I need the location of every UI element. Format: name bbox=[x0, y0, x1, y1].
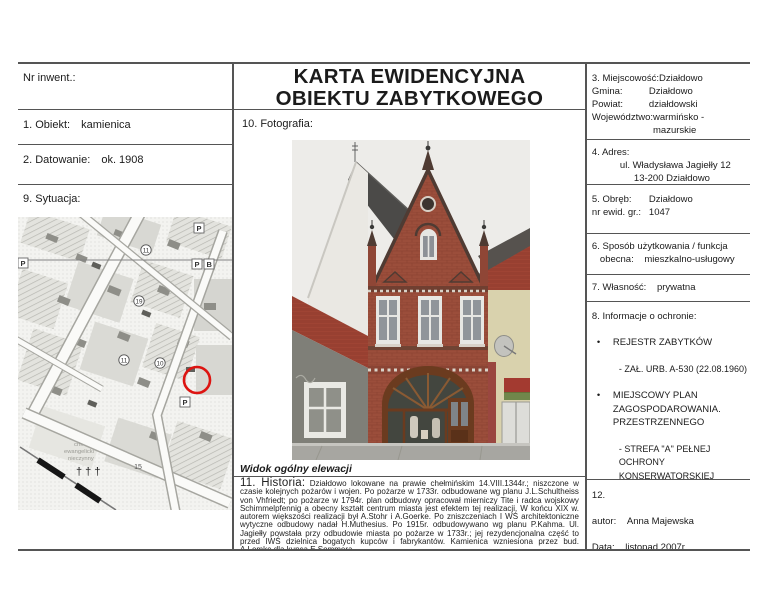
adres-line2: 13-200 Działdowo bbox=[592, 172, 747, 185]
data-label: Data: bbox=[592, 542, 615, 549]
ochrona-bullet-2: • MIEJSCOWY PLAN ZAGOSPODAROWANIA. PRZES… bbox=[592, 389, 747, 430]
field-sekcja12: 12. autor: Anna Majewska Data: listopad … bbox=[587, 480, 750, 549]
field-obiekt: 1. Obiekt: kamienica bbox=[18, 110, 232, 145]
sekcja12-label: 12. bbox=[592, 489, 747, 502]
situation-map: P P P B P 11 bbox=[18, 217, 232, 510]
ochrona-bullet2-sub2: OCHRONY bbox=[619, 456, 747, 470]
mannequin bbox=[432, 418, 440, 438]
left-column: Nr inwent.: 1. Obiekt: kamienica 2. Dato… bbox=[18, 64, 232, 549]
mannequin bbox=[410, 416, 418, 438]
sposob-label2: obecna: bbox=[600, 254, 634, 265]
shopfront bbox=[380, 366, 476, 447]
card-title: KARTA EWIDENCYJNA OBIEKTU ZABYTKOWEGO bbox=[234, 64, 585, 110]
autor-label: autor: bbox=[592, 516, 616, 527]
cemetery-label: nieczynny bbox=[68, 456, 94, 462]
ochrona-bullet2-line1: MIEJSCOWY PLAN bbox=[613, 389, 721, 403]
powiat-value: działdowski bbox=[649, 98, 698, 111]
gmina-label: Gmina: bbox=[592, 85, 649, 98]
field-wlasnosc: 7. Własność: prywatna bbox=[587, 275, 750, 302]
wlasnosc-label: 7. Własność: bbox=[592, 282, 646, 293]
building-photo bbox=[292, 140, 530, 460]
obiekt-value: kamienica bbox=[81, 119, 131, 131]
parking-b-icon: B bbox=[207, 260, 213, 269]
historia-text: Działdowo lokowane na prawie chełmińskim… bbox=[240, 479, 579, 549]
oculus-window bbox=[421, 197, 435, 211]
field-miejscowosc: 3. Miejscowość: Działdowo Gmina: Działdo… bbox=[587, 64, 750, 140]
parking-icon: P bbox=[21, 259, 26, 268]
record-card-table: Nr inwent.: 1. Obiekt: kamienica 2. Dato… bbox=[18, 62, 750, 551]
map-house-number: 15 bbox=[134, 464, 142, 471]
field-ochrona: 8. Informacje o ochronie: • REJESTR ZABY… bbox=[587, 302, 750, 480]
city-map-image: P P P B P 11 bbox=[18, 217, 232, 510]
ewid-label: nr ewid. gr.: bbox=[592, 206, 649, 219]
ochrona-label: 8. Informacje o ochronie: bbox=[592, 310, 747, 323]
obreb-value: Działdowo bbox=[649, 193, 693, 206]
facade-photo-image bbox=[292, 140, 530, 460]
adres-label: 4. Adres: bbox=[592, 146, 747, 159]
ochrona-bullet2-sub3: KONSERWATORSKIEJ bbox=[619, 470, 747, 481]
datowanie-value: ok. 1908 bbox=[101, 154, 143, 166]
wojewodztwo-value: warmińsko - mazurskie bbox=[653, 111, 747, 137]
datowanie-label: 2. Datowanie: bbox=[23, 154, 90, 166]
ochrona-bullet1-sub: - ZAŁ. URB. A-530 (22.08.1960) bbox=[619, 363, 747, 377]
nr-inwent-label: Nr inwent.: bbox=[23, 72, 76, 84]
ochrona-bullet2-line3: PRZESTRZENNEGO bbox=[613, 416, 721, 430]
powiat-label: Powiat: bbox=[592, 98, 649, 111]
wojewodztwo-label: Województwo: bbox=[592, 111, 653, 137]
parking-icon: P bbox=[183, 398, 188, 407]
page-title-line1: KARTA EWIDENCYJNA bbox=[234, 66, 585, 88]
sytuacja-label: 9. Sytuacja: bbox=[23, 193, 80, 205]
autor-value: Anna Majewska bbox=[627, 516, 694, 527]
map-badge: 11 bbox=[143, 248, 150, 255]
field-nr-inwent: Nr inwent.: bbox=[18, 64, 232, 110]
bullet-icon: • bbox=[592, 336, 613, 350]
gmina-value: Działdowo bbox=[649, 85, 693, 98]
upper-windows bbox=[375, 296, 485, 347]
field-datowanie: 2. Datowanie: ok. 1908 bbox=[18, 145, 232, 185]
ochrona-bullet-1: • REJESTR ZABYTKÓW bbox=[592, 336, 747, 350]
data-value: listopad 2007r. bbox=[625, 542, 687, 549]
parking-icon: P bbox=[195, 260, 200, 269]
map-badge: 10 bbox=[156, 361, 164, 368]
pavement bbox=[292, 443, 530, 460]
photo-caption: Widok ogólny elewacji bbox=[234, 462, 585, 477]
field-obreb: 5. Obręb: Działdowo nr ewid. gr.: 1047 bbox=[587, 185, 750, 234]
page-title-line2: OBIEKTU ZABYTKOWEGO bbox=[234, 88, 585, 110]
field-adres: 4. Adres: ul. Władysława Jagiełły 12 13-… bbox=[587, 140, 750, 185]
parking-icon: P bbox=[197, 224, 202, 233]
map-badge: 11 bbox=[121, 358, 128, 365]
sposob-value: mieszkalno-usługowy bbox=[644, 254, 734, 265]
miejscowosc-value: Działdowo bbox=[659, 72, 703, 85]
adres-line1: ul. Władysława Jagiełły 12 bbox=[592, 159, 747, 172]
right-column: 3. Miejscowość: Działdowo Gmina: Działdo… bbox=[587, 64, 750, 549]
cemetery-label: cm. bbox=[74, 442, 84, 448]
heritage-record-card-page: Nr inwent.: 1. Obiekt: kamienica 2. Dato… bbox=[0, 0, 768, 593]
center-column: KARTA EWIDENCYJNA OBIEKTU ZABYTKOWEGO 10… bbox=[232, 64, 587, 549]
photo-caption-text: Widok ogólny elewacji bbox=[240, 463, 352, 475]
fotografia-label: 10. Fotografia: bbox=[242, 118, 313, 130]
field-sposob: 6. Sposób użytkowania / funkcja obecna: … bbox=[587, 234, 750, 275]
cemetery-crosses-icon: † † † bbox=[76, 466, 100, 478]
ochrona-bullet2-sub1: - STREFA "A" PEŁNEJ bbox=[619, 443, 747, 457]
obiekt-label: 1. Obiekt: bbox=[23, 119, 70, 131]
sposob-label: 6. Sposób użytkowania / funkcja bbox=[592, 240, 747, 253]
map-badge: 19 bbox=[135, 299, 143, 306]
miejscowosc-label: 3. Miejscowość: bbox=[592, 72, 659, 85]
bullet-icon: • bbox=[592, 389, 613, 430]
ewid-value: 1047 bbox=[649, 206, 670, 219]
field-sytuacja: 9. Sytuacja: bbox=[18, 185, 232, 549]
cemetery-label: ewangelicki bbox=[64, 449, 94, 455]
ochrona-bullet1-text: REJESTR ZABYTKÓW bbox=[613, 336, 712, 350]
shop-sign bbox=[504, 378, 530, 393]
field-historia: 11. Historia: Działdowo lokowane na praw… bbox=[234, 477, 585, 549]
wlasnosc-value: prywatna bbox=[657, 282, 696, 293]
obreb-label: 5. Obręb: bbox=[592, 193, 649, 206]
ochrona-bullet2-line2: ZAGOSPODAROWANIA. bbox=[613, 403, 721, 417]
field-fotografia: 10. Fotografia: bbox=[234, 110, 585, 462]
